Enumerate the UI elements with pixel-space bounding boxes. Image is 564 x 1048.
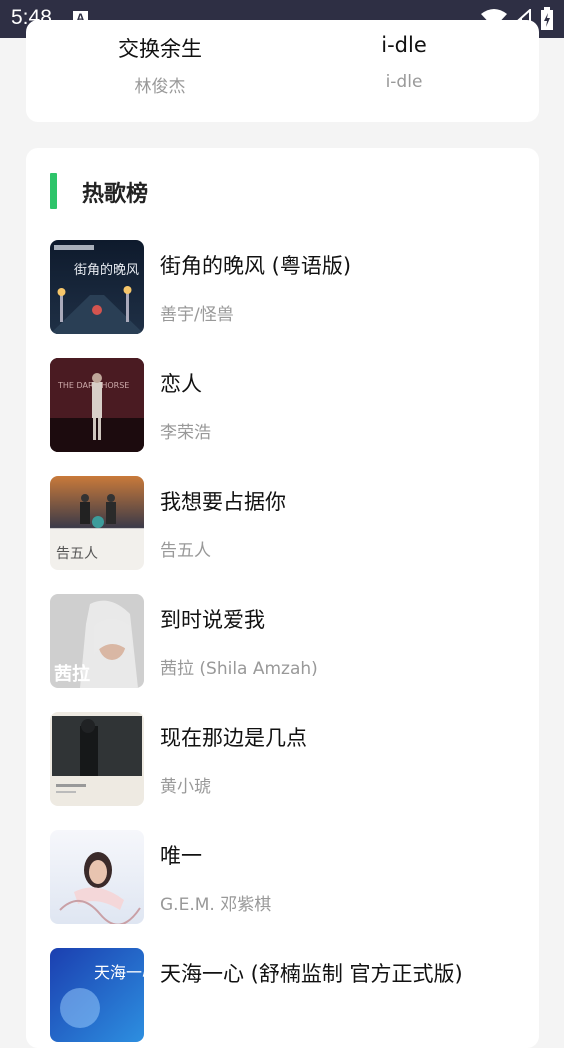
song-row[interactable]: 茜拉 到时说爱我 茜拉 (Shila Amzah) <box>50 594 530 688</box>
cover-text: 告五人 <box>56 546 98 562</box>
song-row[interactable]: 天海一心 天海一心 (舒楠监制 官方正式版) <box>50 948 530 1042</box>
song-row[interactable]: 街角的晚风 街角的晚风 (粤语版) 善宇/怪兽 <box>50 240 530 334</box>
song-title: 天海一心 (舒楠监制 官方正式版) <box>160 962 463 986</box>
song-title: 我想要占据你 <box>160 490 286 514</box>
song-row[interactable]: THE DARK HORSE 恋人 李荣浩 <box>50 358 530 452</box>
recommend-title: 交换余生 <box>118 37 202 61</box>
song-artist: 李荣浩 <box>160 423 211 443</box>
song-artist: 黄小琥 <box>160 777 211 797</box>
hot-chart-card: 热歌榜 街角的晚风 街角的晚风 (粤语版) 善宇/怪兽 THE DARK HOR… <box>26 148 539 1048</box>
recommend-item[interactable]: i-dle i-dle <box>299 20 509 122</box>
song-artist: G.E.M. 邓紫棋 <box>160 895 272 915</box>
album-cover <box>50 712 144 806</box>
song-row[interactable]: 唯一 G.E.M. 邓紫棋 <box>50 830 530 924</box>
album-cover: 茜拉 <box>50 594 144 688</box>
song-artist: 善宇/怪兽 <box>160 305 234 325</box>
recommend-title: i-dle <box>381 33 427 57</box>
section-accent-bar <box>50 173 57 209</box>
recommend-card: 交换余生 林俊杰 i-dle i-dle <box>26 20 539 122</box>
song-row[interactable]: 现在那边是几点 黄小琥 <box>50 712 530 806</box>
song-title: 街角的晚风 (粤语版) <box>160 254 352 278</box>
recommend-item[interactable]: 交换余生 林俊杰 <box>55 20 265 122</box>
song-title: 恋人 <box>160 372 202 396</box>
section-title: 热歌榜 <box>82 182 149 207</box>
song-title: 现在那边是几点 <box>160 726 307 750</box>
song-artist: 告五人 <box>160 541 211 561</box>
cover-text: 茜拉 <box>54 663 90 685</box>
album-cover <box>50 830 144 924</box>
album-cover: THE DARK HORSE <box>50 358 144 452</box>
album-cover: 天海一心 <box>50 948 144 1042</box>
recommend-artist: 林俊杰 <box>134 77 186 97</box>
song-row[interactable]: 告五人 我想要占据你 告五人 <box>50 476 530 570</box>
cover-text: 天海一心 <box>94 963 144 982</box>
album-cover: 街角的晚风 <box>50 240 144 334</box>
album-cover: 告五人 <box>50 476 144 570</box>
recommend-artist: i-dle <box>385 72 423 92</box>
cover-text: 街角的晚风 <box>74 262 139 278</box>
song-title: 到时说爱我 <box>160 608 265 632</box>
song-artist: 茜拉 (Shila Amzah) <box>160 659 318 679</box>
battery-charging-icon <box>541 7 553 30</box>
song-title: 唯一 <box>160 844 202 868</box>
